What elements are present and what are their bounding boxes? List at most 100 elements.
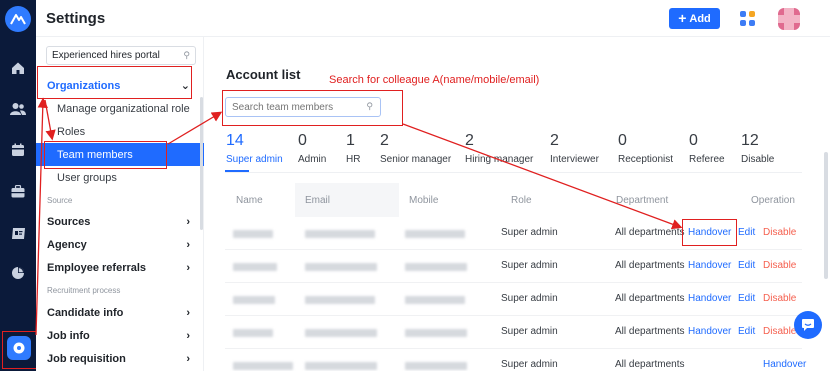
column-header-department[interactable]: Department bbox=[616, 195, 668, 206]
stat-label: HR bbox=[346, 154, 361, 165]
main-content: Account list Search for colleague A(name… bbox=[205, 37, 830, 371]
handover-highlight-box bbox=[682, 219, 737, 246]
disable-link[interactable]: Disable bbox=[763, 293, 796, 304]
disable-link[interactable]: Disable bbox=[763, 326, 796, 337]
add-button-label: Add bbox=[689, 12, 711, 25]
stat-disable[interactable]: 12 Disable bbox=[741, 132, 774, 165]
mobile-cell-redacted bbox=[405, 296, 465, 304]
department-cell: All departments bbox=[615, 326, 685, 337]
stat-label: Hiring manager bbox=[465, 154, 534, 165]
sidebar-item-sources[interactable]: Sources › bbox=[36, 210, 204, 233]
sidebar-item-label: Employee referrals bbox=[47, 261, 147, 274]
home-icon[interactable] bbox=[10, 60, 26, 76]
stat-count: 1 bbox=[346, 132, 355, 149]
edit-link[interactable]: Edit bbox=[738, 227, 755, 238]
chevron-right-icon: › bbox=[186, 215, 190, 228]
stat-label: Senior manager bbox=[380, 154, 452, 165]
stat-count: 14 bbox=[226, 132, 244, 149]
section-label: Recruitment process bbox=[47, 285, 121, 295]
sidebar-item-label: Job requisition bbox=[47, 352, 126, 365]
stat-hr[interactable]: 1 HR bbox=[346, 132, 360, 165]
table-row[interactable]: Super admin All departments Handover Edi… bbox=[225, 283, 802, 316]
stat-count: 12 bbox=[741, 132, 759, 149]
stat-referee[interactable]: 0 Referee bbox=[689, 132, 725, 165]
stat-label: Receptionist bbox=[618, 154, 674, 165]
stat-count: 2 bbox=[550, 132, 559, 149]
name-cell-redacted bbox=[233, 230, 273, 238]
table-row[interactable]: Super admin All departments Handover Edi… bbox=[225, 316, 802, 349]
sidebar-search[interactable]: ⚲ bbox=[46, 46, 196, 65]
top-header: Settings + Add bbox=[36, 0, 830, 37]
chevron-right-icon: › bbox=[186, 352, 190, 365]
sidebar-item-job-requisition[interactable]: Job requisition › bbox=[36, 347, 204, 370]
column-header-operation: Operation bbox=[751, 195, 795, 206]
column-header-email[interactable]: Email bbox=[305, 195, 330, 206]
organizations-highlight-box bbox=[37, 66, 192, 99]
name-cell-redacted bbox=[233, 362, 293, 370]
stat-receptionist[interactable]: 0 Receptionist bbox=[618, 132, 673, 165]
sidebar-item-user-groups[interactable]: User groups bbox=[36, 166, 204, 189]
stat-interviewer[interactable]: 2 Interviewer bbox=[550, 132, 599, 165]
sidebar-item-label: User groups bbox=[57, 171, 117, 184]
edit-link[interactable]: Edit bbox=[738, 293, 755, 304]
department-cell: All departments bbox=[615, 260, 685, 271]
pie-chart-icon[interactable] bbox=[10, 265, 26, 281]
table-row[interactable]: Super admin All departments Handover bbox=[225, 349, 806, 371]
stat-admin[interactable]: 0 Admin bbox=[298, 132, 326, 165]
sidebar-item-job-info[interactable]: Job info › bbox=[36, 324, 204, 347]
chevron-right-icon: › bbox=[186, 238, 190, 251]
role-cell: Super admin bbox=[501, 293, 558, 304]
stat-label: Disable bbox=[741, 154, 775, 165]
name-cell-redacted bbox=[233, 296, 275, 304]
column-header-mobile[interactable]: Mobile bbox=[409, 195, 438, 206]
logo-icon[interactable] bbox=[5, 6, 31, 32]
settings-icon[interactable] bbox=[7, 336, 31, 360]
id-card-icon[interactable] bbox=[10, 225, 26, 241]
table-header: Name Email Mobile Role Department Operat… bbox=[225, 183, 802, 217]
email-cell-redacted bbox=[305, 263, 377, 271]
mobile-cell-redacted bbox=[405, 230, 465, 238]
mobile-cell-redacted bbox=[405, 362, 467, 370]
calendar-icon[interactable] bbox=[10, 142, 26, 158]
main-scrollbar[interactable] bbox=[824, 152, 828, 279]
column-header-role[interactable]: Role bbox=[511, 195, 532, 206]
table-row[interactable]: Super admin All departments Handover Edi… bbox=[225, 250, 802, 283]
disable-link[interactable]: Disable bbox=[763, 227, 796, 238]
stat-senior-manager[interactable]: 2 Senior manager bbox=[380, 132, 451, 165]
email-cell-redacted bbox=[305, 296, 375, 304]
sidebar-section-source: Source bbox=[36, 192, 204, 208]
people-icon[interactable] bbox=[10, 101, 26, 117]
briefcase-icon[interactable] bbox=[10, 183, 26, 199]
disable-link[interactable]: Disable bbox=[763, 260, 796, 271]
edit-link[interactable]: Edit bbox=[738, 326, 755, 337]
edit-link[interactable]: Edit bbox=[738, 260, 755, 271]
page-title: Settings bbox=[46, 10, 106, 27]
handover-link[interactable]: Handover bbox=[688, 326, 731, 337]
department-cell: All departments bbox=[615, 359, 685, 370]
avatar[interactable] bbox=[778, 8, 800, 30]
search-highlight-box bbox=[222, 90, 403, 126]
add-button[interactable]: + Add bbox=[669, 8, 720, 29]
handover-link[interactable]: Handover bbox=[688, 260, 731, 271]
apps-icon[interactable] bbox=[740, 11, 756, 27]
sidebar-item-candidate-info[interactable]: Candidate info › bbox=[36, 301, 204, 324]
section-label: Source bbox=[47, 195, 73, 205]
chat-icon[interactable] bbox=[794, 311, 822, 339]
handover-link[interactable]: Handover bbox=[763, 359, 806, 370]
sidebar-item-employee-referrals[interactable]: Employee referrals › bbox=[36, 256, 204, 279]
stat-super-admin[interactable]: 14 Super admin bbox=[226, 132, 283, 165]
sidebar-scrollbar[interactable] bbox=[200, 97, 203, 230]
search-icon: ⚲ bbox=[183, 50, 190, 60]
sidebar-search-input[interactable] bbox=[47, 47, 175, 64]
handover-link[interactable]: Handover bbox=[688, 293, 731, 304]
team-members-highlight-box bbox=[44, 141, 167, 169]
sidebar-item-roles[interactable]: Roles bbox=[36, 120, 204, 143]
mobile-cell-redacted bbox=[405, 329, 467, 337]
role-cell: Super admin bbox=[501, 227, 558, 238]
annotation-text: Search for colleague A(name/mobile/email… bbox=[329, 74, 540, 86]
sidebar-item-manage-organizational-role[interactable]: Manage organizational role bbox=[36, 97, 204, 120]
stat-hiring-manager[interactable]: 2 Hiring manager bbox=[465, 132, 533, 165]
sidebar-item-agency[interactable]: Agency › bbox=[36, 233, 204, 256]
email-cell-redacted bbox=[305, 362, 377, 370]
column-header-name[interactable]: Name bbox=[236, 195, 263, 206]
